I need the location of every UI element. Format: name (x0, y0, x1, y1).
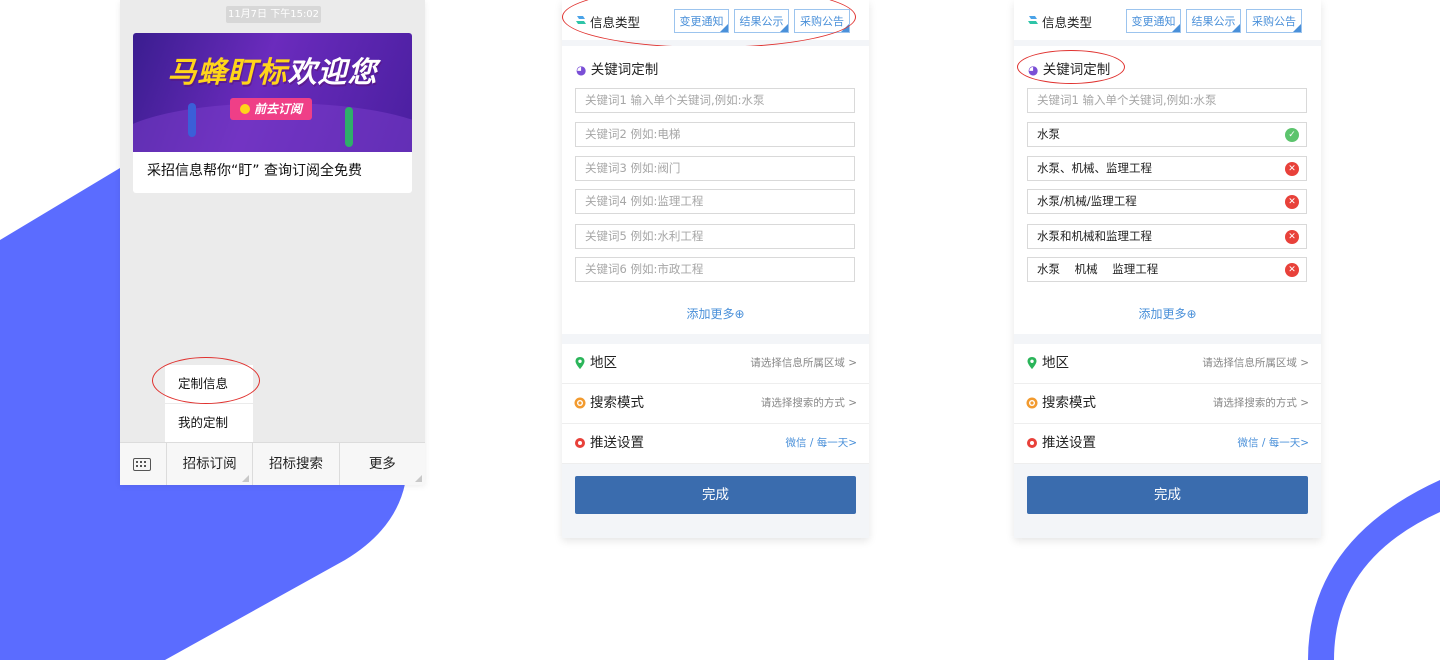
keyword-input-1[interactable]: 关键词1 输入单个关键词,例如:水泵 (575, 88, 855, 113)
region-row[interactable]: 地区 请选择信息所属区域 > (1014, 344, 1321, 384)
keyword-input-3[interactable]: 关键词3 例如:阀门 (575, 156, 855, 181)
info-type-label: 信息类型 (590, 15, 641, 30)
menu-item-custom-info[interactable]: 定制信息 (165, 365, 253, 403)
keyword-section: ◕ 关键词定制 关键词1 输入单个关键词,例如:水泵 水泵 ✓ 水泵、机械、监理工… (1014, 46, 1321, 334)
keyword-input-3[interactable]: 水泵、机械、监理工程 ✕ (1027, 156, 1307, 181)
tag-result-notice[interactable]: 结果公示 (1186, 9, 1241, 33)
keyword-section: ◕ 关键词定制 关键词1 输入单个关键词,例如:水泵 关键词2 例如:电梯 关键… (562, 46, 869, 334)
keyword-input-2[interactable]: 关键词2 例如:电梯 (575, 122, 855, 147)
tab-more[interactable]: 更多 (340, 443, 425, 485)
gear-icon (1027, 438, 1037, 448)
push-settings-value: 微信 / 每一天> (1237, 437, 1309, 449)
location-pin-icon (575, 357, 585, 369)
keyword-input-4[interactable]: 水泵/机械/监理工程 ✕ (1027, 189, 1307, 214)
error-icon: ✕ (1285, 195, 1299, 209)
keyword-input-2[interactable]: 水泵 ✓ (1027, 122, 1307, 147)
region-label: 地区 (590, 355, 617, 371)
error-icon: ✕ (1285, 263, 1299, 277)
search-mode-label: 搜索模式 (590, 395, 644, 411)
done-button[interactable]: 完成 (575, 476, 856, 514)
tab-bid-search[interactable]: 招标搜索 (253, 443, 340, 485)
region-value: 请选择信息所属区域 > (750, 357, 857, 369)
tag-change-notice[interactable]: 变更通知 (1126, 9, 1181, 33)
push-settings-label: 推送设置 (1042, 435, 1096, 451)
keyword-title: ◕ 关键词定制 (1028, 62, 1111, 78)
coin-icon (239, 104, 250, 114)
push-settings-row[interactable]: 推送设置 微信 / 每一天> (1014, 424, 1321, 464)
tag-purchase-notice[interactable]: 采购公告 (1246, 9, 1302, 33)
keyword-icon: ◕ (1028, 63, 1039, 77)
tab-bid-subscribe[interactable]: 招标订阅 (167, 443, 254, 485)
subscribe-now-button[interactable]: 前去订阅 (230, 98, 312, 120)
menu-item-my-custom[interactable]: 我的定制 (165, 404, 253, 442)
info-type-icon (576, 16, 586, 24)
subscription-form-right: 信息类型 变更通知 结果公示 采购公告 ◕ 关键词定制 关键词1 输入单个关键词… (1014, 0, 1321, 538)
add-more-button[interactable]: 添加更多⊕ (1014, 305, 1321, 322)
tag-change-notice[interactable]: 变更通知 (674, 9, 729, 33)
info-type-label: 信息类型 (1042, 15, 1093, 30)
info-type-bar: 信息类型 变更通知 结果公示 采购公告 (562, 0, 869, 40)
keyword-input-1[interactable]: 关键词1 输入单个关键词,例如:水泵 (1027, 88, 1307, 113)
person-illustration-left (188, 103, 196, 137)
info-type-icon (1028, 16, 1038, 24)
card-description: 采招信息帮你“盯” 查询订阅全免费 (147, 163, 362, 179)
keyword-input-6[interactable]: 水泵 机械 监理工程 ✕ (1027, 257, 1307, 282)
keyword-icon: ◕ (576, 63, 587, 77)
region-label: 地区 (1042, 355, 1069, 371)
keyboard-icon (133, 458, 151, 471)
search-mode-label: 搜索模式 (1042, 395, 1096, 411)
welcome-article-card[interactable]: 马蜂盯标欢迎您 前去订阅 采招信息帮你“盯” 查询订阅全免费 (133, 33, 412, 193)
keyboard-toggle[interactable] (120, 443, 167, 485)
message-timestamp: 11月7日 下午15:02 (226, 6, 321, 23)
keyword-input-6[interactable]: 关键词6 例如:市政工程 (575, 257, 855, 282)
tag-result-notice[interactable]: 结果公示 (734, 9, 789, 33)
gear-icon (575, 438, 585, 448)
person-illustration-right (345, 107, 353, 147)
wechat-chat-screen: 11月7日 下午15:02 马蜂盯标欢迎您 前去订阅 采招信息帮你“盯” 查询订… (120, 0, 425, 485)
error-icon: ✕ (1285, 162, 1299, 176)
search-mode-value: 请选择搜索的方式 > (760, 397, 857, 409)
keyword-input-5[interactable]: 水泵和机械和监理工程 ✕ (1027, 224, 1307, 249)
done-button[interactable]: 完成 (1027, 476, 1308, 514)
welcome-banner: 马蜂盯标欢迎您 前去订阅 (133, 33, 412, 152)
keyword-input-5[interactable]: 关键词5 例如:水利工程 (575, 224, 855, 249)
error-icon: ✕ (1285, 230, 1299, 244)
push-settings-row[interactable]: 推送设置 微信 / 每一天> (562, 424, 869, 464)
region-value: 请选择信息所属区域 > (1202, 357, 1309, 369)
push-settings-value: 微信 / 每一天> (785, 437, 857, 449)
wechat-bottom-menu: 招标订阅 招标搜索 更多 (120, 442, 425, 485)
region-row[interactable]: 地区 请选择信息所属区域 > (562, 344, 869, 384)
keyword-input-4[interactable]: 关键词4 例如:监理工程 (575, 189, 855, 214)
push-settings-label: 推送设置 (590, 435, 644, 451)
check-icon: ✓ (1285, 128, 1299, 142)
target-icon (574, 397, 586, 409)
info-type-bar: 信息类型 变更通知 结果公示 采购公告 (1014, 0, 1321, 40)
search-mode-row[interactable]: 搜索模式 请选择搜索的方式 > (1014, 384, 1321, 424)
keyword-title: ◕ 关键词定制 (576, 62, 659, 78)
banner-title: 马蜂盯标欢迎您 (167, 55, 378, 89)
search-mode-row[interactable]: 搜索模式 请选择搜索的方式 > (562, 384, 869, 424)
add-more-button[interactable]: 添加更多⊕ (562, 305, 869, 322)
location-pin-icon (1027, 357, 1037, 369)
search-mode-value: 请选择搜索的方式 > (1212, 397, 1309, 409)
tag-purchase-notice[interactable]: 采购公告 (794, 9, 850, 33)
target-icon (1026, 397, 1038, 409)
subscription-form-left: 信息类型 变更通知 结果公示 采购公告 ◕ 关键词定制 关键词1 输入单个关键词… (562, 0, 869, 538)
